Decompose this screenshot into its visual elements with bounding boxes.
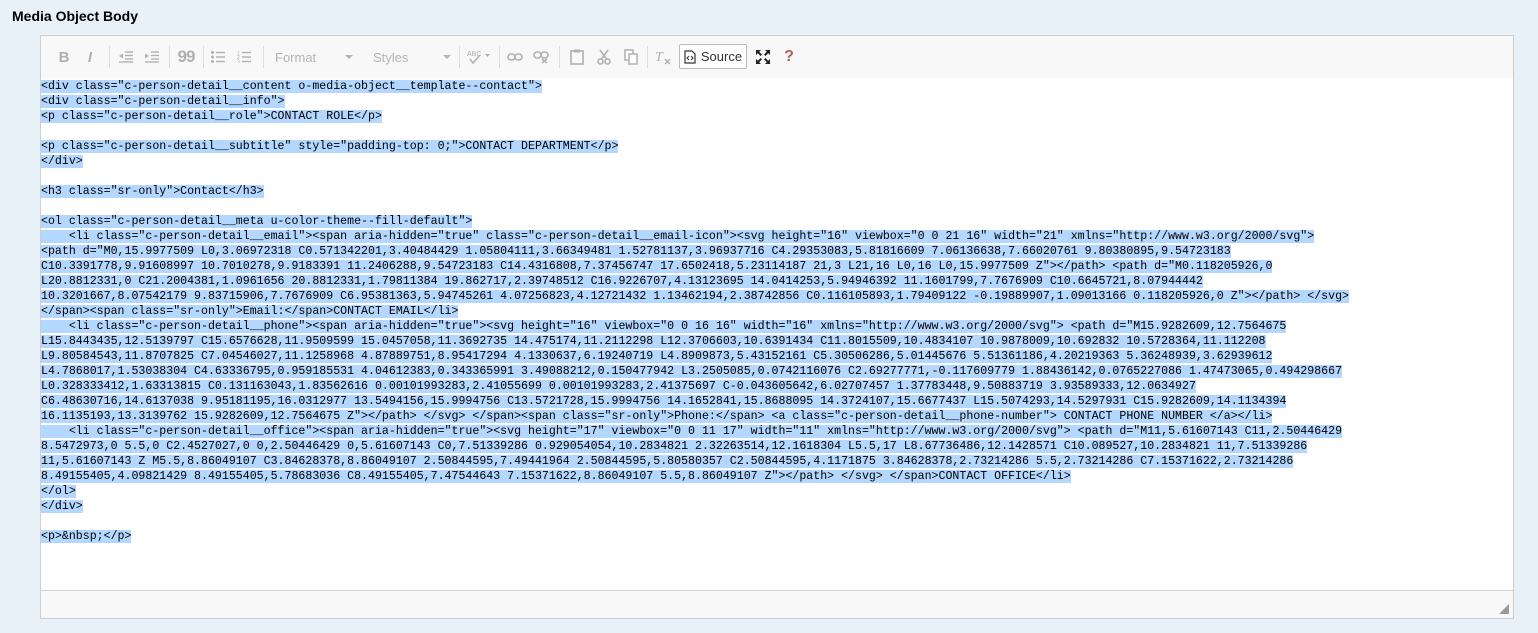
spellcheck-icon: ABC [467, 51, 490, 65]
source-line: L4.7868017,1.53038304 C4.63336795,0.9591… [41, 365, 1343, 378]
source-line [41, 124, 1511, 139]
unlink-button[interactable] [531, 45, 551, 69]
outdent-button[interactable] [117, 45, 135, 69]
svg-text:T: T [655, 50, 664, 65]
source-line [41, 169, 1511, 184]
source-line: L20.8812331,0 C21.2004381,1.0961656 20.8… [41, 275, 1203, 288]
italic-button[interactable]: I [81, 45, 99, 69]
numbered-list-button[interactable]: 123 [235, 45, 253, 69]
link-icon [507, 53, 523, 61]
remove-format-icon: T [655, 50, 671, 65]
source-line: L0.328333412,1.63313815 C0.131163043,1.8… [41, 380, 1196, 393]
indent-icon [145, 51, 159, 63]
svg-text:3: 3 [237, 60, 240, 64]
copy-icon [624, 49, 638, 65]
clipboard-icon [570, 49, 584, 65]
source-line: 16.1135193,13.3139762 15.9282609,12.7564… [41, 410, 1273, 423]
toolbar-separator [499, 46, 500, 68]
source-line: <li class="c-person-detail__office"><spa… [41, 425, 1343, 438]
remove-format-button[interactable]: T [653, 45, 673, 69]
numbered-list-icon: 123 [237, 51, 251, 63]
source-line [41, 514, 1511, 529]
toolbar-separator [169, 46, 170, 68]
source-line: </div> [41, 155, 83, 168]
source-line: <li class="c-person-detail__email"><span… [41, 230, 1315, 243]
source-line: C10.3391778,9.91608997 10.7010278,9.9183… [41, 260, 1273, 273]
source-line: </span><span class="sr-only">Email:</spa… [41, 305, 459, 318]
source-line: <ol class="c-person-detail__meta u-color… [41, 215, 473, 228]
chevron-down-icon [345, 55, 353, 59]
source-line [41, 199, 1511, 214]
toolbar-separator [559, 46, 560, 68]
rich-text-editor: B I 99 123 Format Styles ABC T Source ? … [40, 35, 1514, 619]
blockquote-button[interactable]: 99 [175, 45, 197, 69]
source-code[interactable]: <div class="c-person-detail__content o-m… [41, 79, 1511, 544]
indent-button[interactable] [143, 45, 161, 69]
source-line: 8.5472973,0 5.5,0 C2.4527027,0 0,2.50446… [41, 440, 1308, 453]
blockquote-icon: 99 [177, 47, 196, 66]
help-button[interactable]: ? [779, 45, 799, 69]
resize-grip-icon[interactable] [1499, 604, 1509, 614]
source-line: <div class="c-person-detail__content o-m… [41, 80, 542, 93]
cut-button[interactable] [594, 45, 614, 69]
toolbar-separator [647, 46, 648, 68]
source-label: Source [700, 49, 743, 64]
maximize-icon [756, 50, 770, 64]
source-line: <h3 class="sr-only">Contact</h3> [41, 185, 264, 198]
source-line: <li class="c-person-detail__phone"><span… [41, 320, 1287, 333]
source-button[interactable]: Source [679, 44, 747, 69]
source-line: 10.3201667,8.07542179 9.83715906,7.76769… [41, 290, 1349, 303]
format-dropdown[interactable]: Format [273, 45, 355, 69]
source-editing-area[interactable]: <div class="c-person-detail__content o-m… [41, 78, 1513, 591]
copy-button[interactable] [621, 45, 641, 69]
scissors-icon [597, 49, 611, 65]
unlink-icon [533, 51, 549, 64]
toolbar-separator [459, 46, 460, 68]
source-line: L15.8443435,12.5139797 C15.6576628,11.95… [41, 335, 1266, 348]
source-line: <p class="c-person-detail__role">CONTACT… [41, 110, 382, 123]
toolbar-separator [203, 46, 204, 68]
source-line: 11,5.61607143 Z M5.5,8.86049107 C3.84628… [41, 455, 1294, 468]
editor-toolbar: B I 99 123 Format Styles ABC T Source ? [41, 36, 1513, 79]
source-line: <path d="M0,15.9977509 L0,3.06972318 C0.… [41, 245, 1231, 258]
styles-dropdown[interactable]: Styles [371, 45, 453, 69]
chevron-down-icon [443, 55, 451, 59]
toolbar-separator [263, 46, 264, 68]
maximize-button[interactable] [753, 45, 773, 69]
source-line: L9.80584543,11.8707825 C7.04546027,11.12… [41, 350, 1273, 363]
source-line: <div class="c-person-detail__info"> [41, 95, 285, 108]
spellcheck-button[interactable]: ABC [465, 45, 493, 69]
editor-footer [41, 590, 1513, 618]
toolbar-separator [109, 46, 110, 68]
source-line: C6.48630716,14.6137038 9.95181195,16.031… [41, 395, 1287, 408]
source-line: 8.49155405,4.09821429 8.49155405,5.78683… [41, 470, 1071, 483]
field-label: Media Object Body [12, 8, 139, 24]
source-line: <p class="c-person-detail__subtitle" sty… [41, 140, 619, 153]
bold-button[interactable]: B [55, 45, 73, 69]
bulleted-list-button[interactable] [209, 45, 227, 69]
paste-button[interactable] [567, 45, 587, 69]
source-line: <p>&nbsp;</p> [41, 530, 132, 543]
source-line: </div> [41, 500, 83, 513]
help-icon: ? [784, 48, 794, 65]
link-button[interactable] [505, 45, 525, 69]
source-line: </ol> [41, 485, 76, 498]
bulleted-list-icon [211, 51, 225, 63]
outdent-icon [119, 51, 133, 63]
source-document-icon [684, 49, 696, 64]
